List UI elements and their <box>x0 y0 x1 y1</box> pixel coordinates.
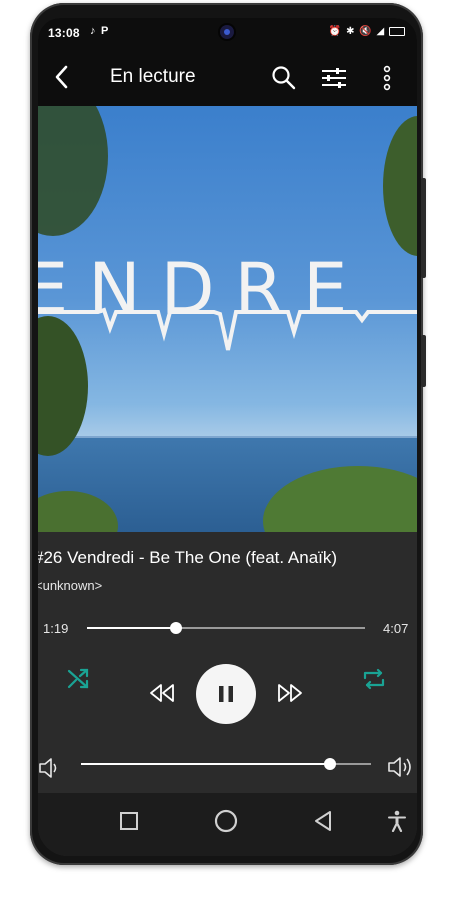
mute-icon: 🔇 <box>359 26 373 37</box>
home-icon[interactable] <box>213 808 239 839</box>
status-bar: 13:08 ♪ P ⏰ ✱ 🔇 ◢ <box>38 18 417 48</box>
volume-rocker <box>421 178 426 278</box>
horizon <box>38 436 417 438</box>
soundwave-graphic <box>38 307 417 351</box>
parking-icon: P <box>101 25 109 37</box>
pause-button[interactable] <box>196 664 256 724</box>
volume-low-icon[interactable] <box>38 755 60 786</box>
system-nav-bar <box>38 793 417 856</box>
volume-slider[interactable] <box>81 758 371 770</box>
volume-high-icon[interactable] <box>387 753 417 786</box>
music-note-icon: ♪ <box>90 25 96 37</box>
volume-slider-fill <box>81 763 330 765</box>
repeat-icon[interactable] <box>361 666 387 697</box>
page-title: En lecture <box>110 66 196 87</box>
song-artist: <unknown> <box>38 578 103 593</box>
power-button <box>421 335 426 387</box>
album-art[interactable]: ENDRE <box>38 106 417 532</box>
front-camera <box>220 25 234 39</box>
shuffle-icon[interactable] <box>66 666 92 697</box>
duration-time: 4:07 <box>383 621 409 636</box>
rewind-icon[interactable] <box>148 682 176 709</box>
status-icons: ⏰ ✱ 🔇 ◢ <box>329 26 405 37</box>
battery-icon <box>389 26 405 36</box>
signal-icon: ◢ <box>376 26 386 37</box>
equalizer-icon[interactable] <box>320 64 348 92</box>
accessibility-icon[interactable] <box>387 810 407 837</box>
app-bar: En lecture <box>38 48 417 106</box>
seek-thumb[interactable] <box>170 622 182 634</box>
pause-icon <box>219 686 233 702</box>
back-triangle-icon[interactable] <box>313 810 333 837</box>
phone-screen: 13:08 ♪ P ⏰ ✱ 🔇 ◢ En lecture ENDRE #26 V… <box>38 18 417 856</box>
alarm-icon: ⏰ <box>328 26 343 37</box>
tree-left <box>38 106 108 236</box>
bluetooth-icon: ✱ <box>346 26 356 37</box>
search-icon[interactable] <box>270 64 298 92</box>
more-vert-icon[interactable] <box>380 64 394 92</box>
fast-forward-icon[interactable] <box>276 682 304 709</box>
song-title: #26 Vendredi - Be The One (feat. Anaïk) <box>38 548 338 567</box>
recents-icon[interactable] <box>119 811 139 836</box>
tree-right <box>383 116 417 256</box>
volume-thumb[interactable] <box>324 758 336 770</box>
arrow-back-icon[interactable] <box>50 62 74 92</box>
seek-bar[interactable] <box>87 622 365 634</box>
elapsed-time: 1:19 <box>43 621 69 636</box>
status-time: 13:08 <box>48 26 80 40</box>
seek-bar-fill <box>87 627 176 629</box>
